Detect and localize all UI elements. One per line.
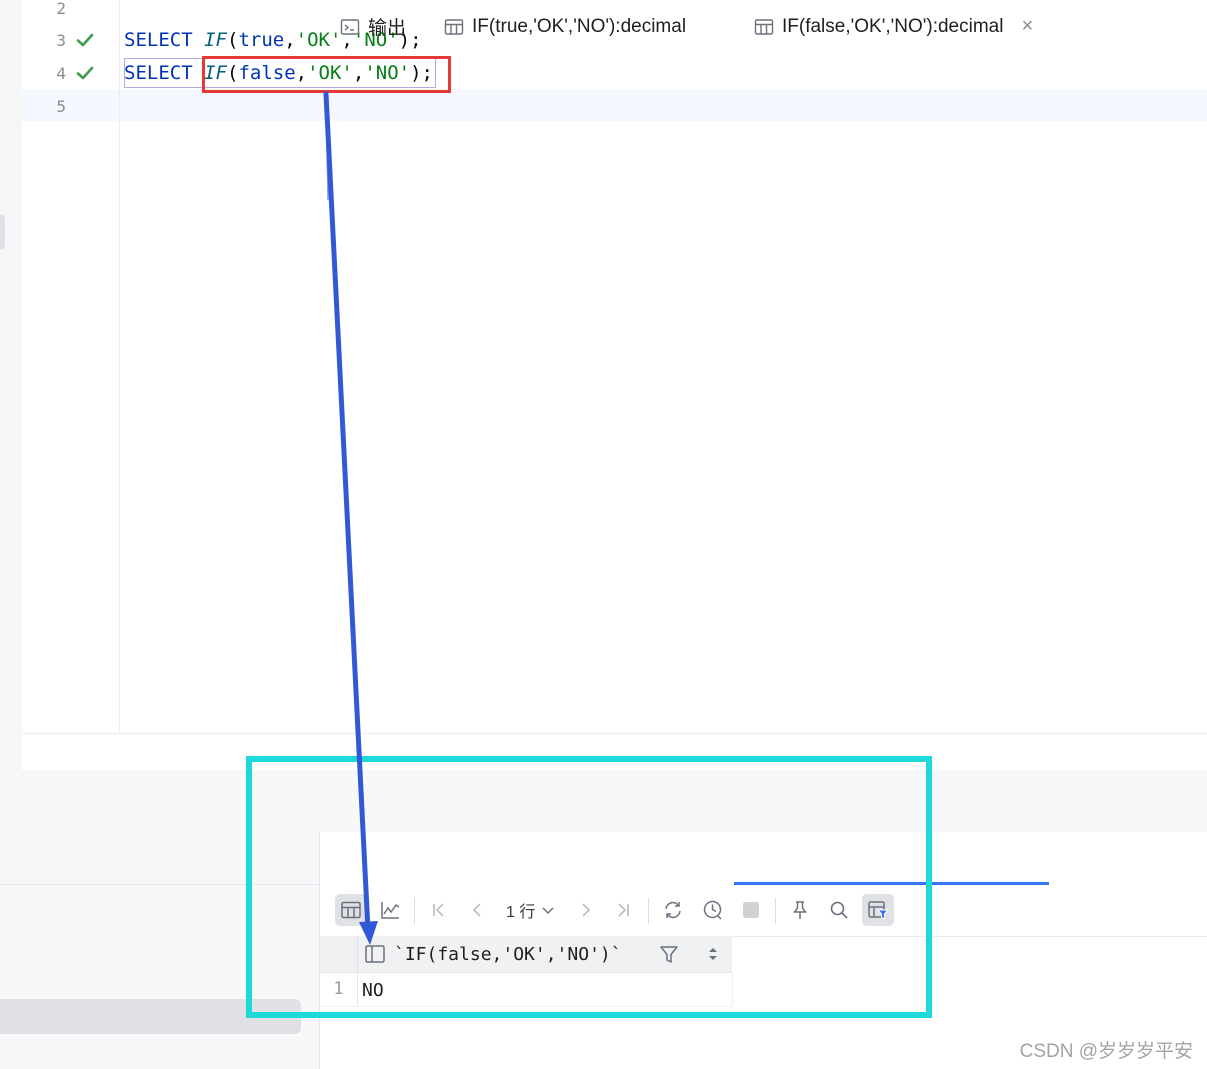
line-number: 3 [56, 31, 66, 50]
sql-keyword: SELECT [124, 62, 193, 84]
line-number: 4 [56, 64, 66, 83]
close-icon[interactable]: × [1021, 15, 1033, 38]
cyan-highlight-box [246, 756, 932, 1018]
sql-function: IF [204, 29, 227, 51]
sql-string: 'OK' [295, 29, 342, 51]
line-number: 5 [56, 97, 66, 116]
tab-label: IF(false,'OK','NO'):decimal [782, 15, 1004, 37]
check-icon [76, 66, 94, 80]
tab-result-true[interactable]: IF(true,'OK','NO'):decimal [444, 0, 686, 53]
left-side-tab[interactable] [0, 215, 5, 249]
tab-result-false[interactable]: IF(false,'OK','NO'):decimal × [754, 0, 1033, 53]
left-tool-strip [0, 0, 22, 770]
tab-label: IF(true,'OK','NO'):decimal [472, 15, 687, 37]
table-icon [754, 18, 774, 35]
watermark: CSDN @岁岁岁平安 [1019, 1041, 1193, 1062]
table-icon [444, 18, 464, 35]
gutter-divider [119, 0, 120, 733]
sql-keyword: SELECT [124, 29, 193, 51]
sql-punct: , [284, 29, 296, 51]
tab-output[interactable]: 输出 [340, 0, 406, 53]
sql-boolean: true [238, 29, 285, 51]
red-highlight-box [202, 56, 451, 93]
tab-label: 输出 [368, 18, 407, 39]
check-icon [76, 33, 94, 47]
console-icon [340, 18, 360, 35]
sql-punct: ( [226, 29, 239, 51]
line-number: 2 [56, 0, 66, 18]
current-line-highlight [22, 89, 1207, 121]
